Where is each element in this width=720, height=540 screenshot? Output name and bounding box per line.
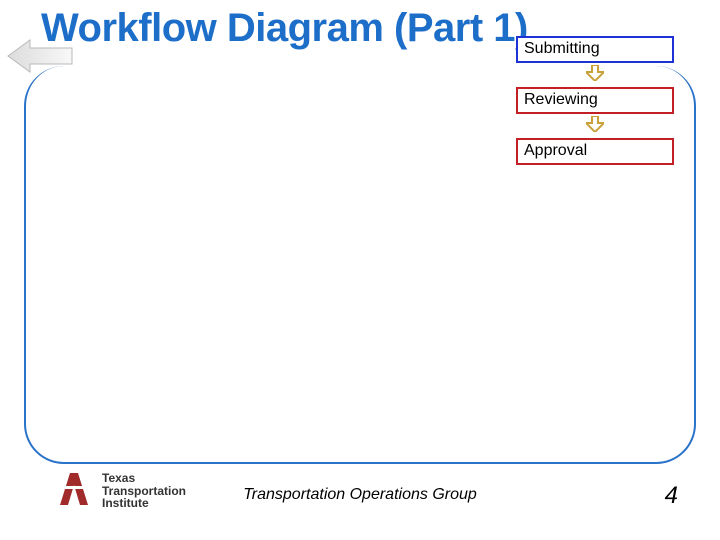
flow-step-approval: Approval [516,138,674,165]
flow-arrow-icon [586,65,604,86]
logo-line: Texas [102,472,186,485]
slide: Workflow Diagram (Part 1) Submitting Rev… [0,0,720,540]
flow-step-label: Approval [524,142,587,159]
flow-step-submitting: Submitting [516,36,674,63]
flow-step-label: Submitting [524,40,600,57]
flow-arrow-icon [586,116,604,137]
flow-step-reviewing: Reviewing [516,87,674,114]
footer-text: Transportation Operations Group [0,486,720,504]
page-number: 4 [665,482,678,510]
workflow-steps: Submitting Reviewing Approval [500,36,690,165]
flow-step-label: Reviewing [524,91,598,108]
slide-title: Workflow Diagram (Part 1) [41,6,528,51]
